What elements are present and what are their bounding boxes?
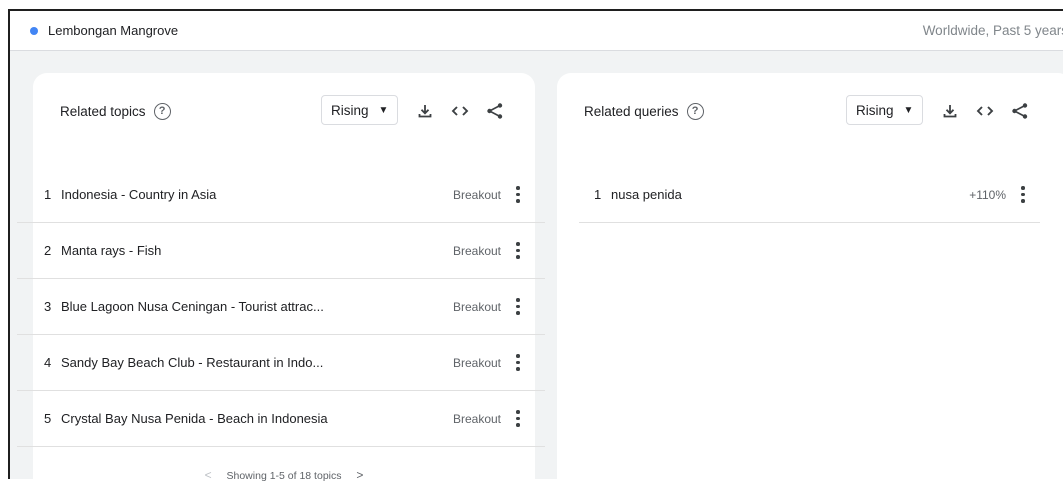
list-item[interactable]: 1 Indonesia - Country in Asia Breakout: [17, 167, 545, 223]
more-vert-icon[interactable]: [511, 239, 525, 263]
comparison-bar: Lembongan Mangrove Worldwide, Past 5 yea…: [10, 11, 1063, 51]
list-item[interactable]: 1 nusa penida +110%: [579, 167, 1040, 223]
rising-filter-select[interactable]: Rising ▼: [846, 95, 924, 125]
caret-down-icon: ▼: [903, 104, 914, 116]
share-icon[interactable]: [486, 102, 504, 120]
help-circle-icon[interactable]: ?: [153, 102, 171, 120]
embed-code-icon[interactable]: [976, 102, 994, 120]
more-vert-icon[interactable]: [511, 183, 525, 207]
download-icon[interactable]: [941, 102, 959, 120]
chevron-right-icon[interactable]: >: [356, 468, 363, 482]
search-term[interactable]: Lembongan Mangrove: [48, 23, 178, 38]
more-vert-icon[interactable]: [1016, 183, 1030, 207]
filter-value: Rising: [856, 102, 894, 118]
card-header: Related queries ? Rising ▼: [557, 95, 1063, 127]
rank: 5: [44, 411, 52, 426]
item-value: Breakout: [452, 355, 501, 370]
item-value: +110%: [969, 187, 1006, 202]
card-title: Related queries: [584, 103, 679, 119]
rank: 2: [44, 243, 52, 258]
list-item[interactable]: 3 Blue Lagoon Nusa Ceningan - Tourist at…: [17, 279, 545, 335]
item-value: Breakout: [452, 243, 501, 258]
help-circle-icon[interactable]: ?: [686, 102, 704, 120]
more-vert-icon[interactable]: [511, 295, 525, 319]
trends-panel: Lembongan Mangrove Worldwide, Past 5 yea…: [8, 9, 1063, 493]
item-value: Breakout: [452, 299, 501, 314]
item-name: Sandy Bay Beach Club - Restaurant in Ind…: [61, 355, 324, 370]
rank: 1: [594, 187, 602, 202]
pagination: < Showing 1-5 of 18 topics >: [33, 468, 535, 482]
rising-filter-select[interactable]: Rising ▼: [321, 95, 399, 125]
card-title: Related topics: [60, 103, 146, 119]
item-name: Crystal Bay Nusa Penida - Beach in Indon…: [61, 411, 328, 426]
item-value: Breakout: [452, 411, 501, 426]
item-name: nusa penida: [611, 187, 682, 202]
embed-code-icon[interactable]: [451, 102, 469, 120]
list-item[interactable]: 4 Sandy Bay Beach Club - Restaurant in I…: [17, 335, 545, 391]
share-icon[interactable]: [1011, 102, 1029, 120]
item-value: Breakout: [452, 187, 501, 202]
rank: 3: [44, 299, 52, 314]
term-color-dot: [30, 26, 38, 35]
download-icon[interactable]: [416, 102, 434, 120]
scope-label: Worldwide, Past 5 years: [922, 23, 1063, 38]
more-vert-icon[interactable]: [511, 351, 525, 375]
card-header: Related topics ? Rising ▼: [33, 95, 535, 127]
related-topics-card: Related topics ? Rising ▼ 1 Indonesia - …: [17, 73, 545, 493]
item-name: Indonesia - Country in Asia: [61, 187, 217, 202]
list-item[interactable]: 2 Manta rays - Fish Breakout: [17, 223, 545, 279]
item-name: Manta rays - Fish: [61, 243, 162, 258]
related-queries-card: Related queries ? Rising ▼ 1 nusa penida…: [557, 73, 1063, 493]
more-vert-icon[interactable]: [511, 407, 525, 431]
filter-value: Rising: [331, 102, 369, 118]
caret-down-icon: ▼: [378, 104, 389, 116]
rank: 4: [44, 355, 52, 370]
item-name: Blue Lagoon Nusa Ceningan - Tourist attr…: [61, 299, 324, 314]
list-item[interactable]: 5 Crystal Bay Nusa Penida - Beach in Ind…: [17, 391, 545, 447]
rank: 1: [44, 187, 52, 202]
chevron-left-icon[interactable]: <: [205, 468, 212, 482]
